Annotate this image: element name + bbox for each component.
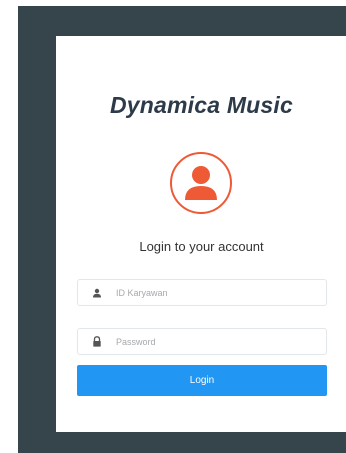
user-icon xyxy=(82,288,112,298)
password-field xyxy=(77,328,327,355)
password-input[interactable] xyxy=(112,329,326,354)
user-avatar-icon xyxy=(170,152,232,214)
username-field xyxy=(77,279,327,306)
login-card: Dynamica Music Login to your account ID … xyxy=(56,36,346,432)
brand-title: Dynamica Music xyxy=(109,92,294,118)
login-button[interactable]: Login xyxy=(77,365,327,396)
lock-icon xyxy=(82,336,112,347)
login-subtitle: Login to your account xyxy=(139,239,264,254)
page-frame: Dynamica Music Login to your account ID … xyxy=(18,6,346,453)
username-input[interactable] xyxy=(112,280,326,305)
